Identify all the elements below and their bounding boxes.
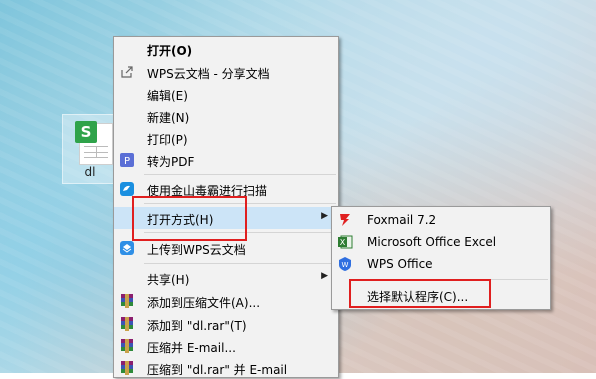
menu-item-new[interactable]: 新建(N)	[114, 105, 338, 127]
menu-item-label: 编辑(E)	[147, 89, 188, 103]
menu-item-label: 打印(P)	[147, 133, 188, 147]
menu-item-label: 上传到WPS云文档	[147, 243, 246, 257]
annotation-box-choose-default	[349, 279, 491, 308]
submenu-item-foxmail[interactable]: Foxmail 7.2	[332, 209, 550, 231]
menu-item-label: 转为PDF	[147, 155, 195, 169]
menu-item-add-to-dl-rar[interactable]: 添加到 "dl.rar"(T)	[114, 313, 338, 335]
menu-item-share[interactable]: 共享(H) ▶	[114, 267, 338, 289]
annotation-box-open-with	[132, 196, 247, 241]
file-dl-icon[interactable]: S dl	[62, 114, 118, 184]
submenu-item-wps-office[interactable]: W WPS Office	[332, 253, 550, 275]
menu-item-label: 新建(N)	[147, 111, 190, 125]
menu-separator	[144, 174, 336, 175]
foxmail-icon	[340, 214, 350, 226]
menu-item-label: 压缩到 "dl.rar" 并 E-mail	[147, 363, 288, 377]
menu-item-edit[interactable]: 编辑(E)	[114, 83, 338, 105]
winrar-icon	[121, 294, 133, 308]
menu-item-convert-pdf[interactable]: P 转为PDF	[114, 149, 338, 171]
menu-item-label: 添加到 "dl.rar"(T)	[147, 319, 247, 333]
svg-text:X: X	[340, 238, 346, 247]
menu-item-open[interactable]: 打开(O)	[114, 38, 338, 60]
winrar-icon	[121, 339, 133, 353]
submenu-arrow-icon: ▶	[321, 211, 328, 221]
menu-separator	[144, 263, 336, 264]
submenu-item-label: Microsoft Office Excel	[367, 235, 497, 249]
wps-spreadsheet-icon: S	[75, 121, 97, 143]
menu-item-label: 添加到压缩文件(A)...	[147, 296, 261, 310]
file-name: dl	[84, 165, 96, 179]
winrar-icon	[121, 317, 133, 331]
wps-icon: W	[339, 257, 351, 271]
winrar-icon	[121, 361, 133, 375]
cloud-upload-icon	[120, 241, 134, 255]
menu-item-label: 共享(H)	[147, 273, 190, 287]
menu-item-compress-to-dl-rar-email[interactable]: 压缩到 "dl.rar" 并 E-mail	[114, 357, 338, 379]
submenu-arrow-icon: ▶	[321, 271, 328, 281]
menu-item-label: WPS云文档 - 分享文档	[147, 67, 270, 81]
antivirus-icon	[120, 182, 134, 196]
menu-item-print[interactable]: 打印(P)	[114, 127, 338, 149]
menu-item-compress-email[interactable]: 压缩并 E-mail...	[114, 335, 338, 357]
svg-text:W: W	[342, 261, 349, 269]
menu-item-label: 打开(O)	[147, 44, 193, 58]
menu-item-label: 压缩并 E-mail...	[147, 341, 236, 355]
pdf-convert-icon: P	[120, 153, 134, 167]
submenu-item-label: Foxmail 7.2	[367, 213, 437, 227]
menu-item-add-to-archive[interactable]: 添加到压缩文件(A)...	[114, 290, 338, 312]
menu-item-wps-share[interactable]: WPS云文档 - 分享文档	[114, 61, 338, 83]
excel-icon: X	[338, 235, 353, 249]
submenu-item-excel[interactable]: X Microsoft Office Excel	[332, 231, 550, 253]
submenu-item-label: WPS Office	[367, 257, 433, 271]
share-icon	[121, 66, 133, 78]
svg-text:P: P	[124, 156, 130, 167]
